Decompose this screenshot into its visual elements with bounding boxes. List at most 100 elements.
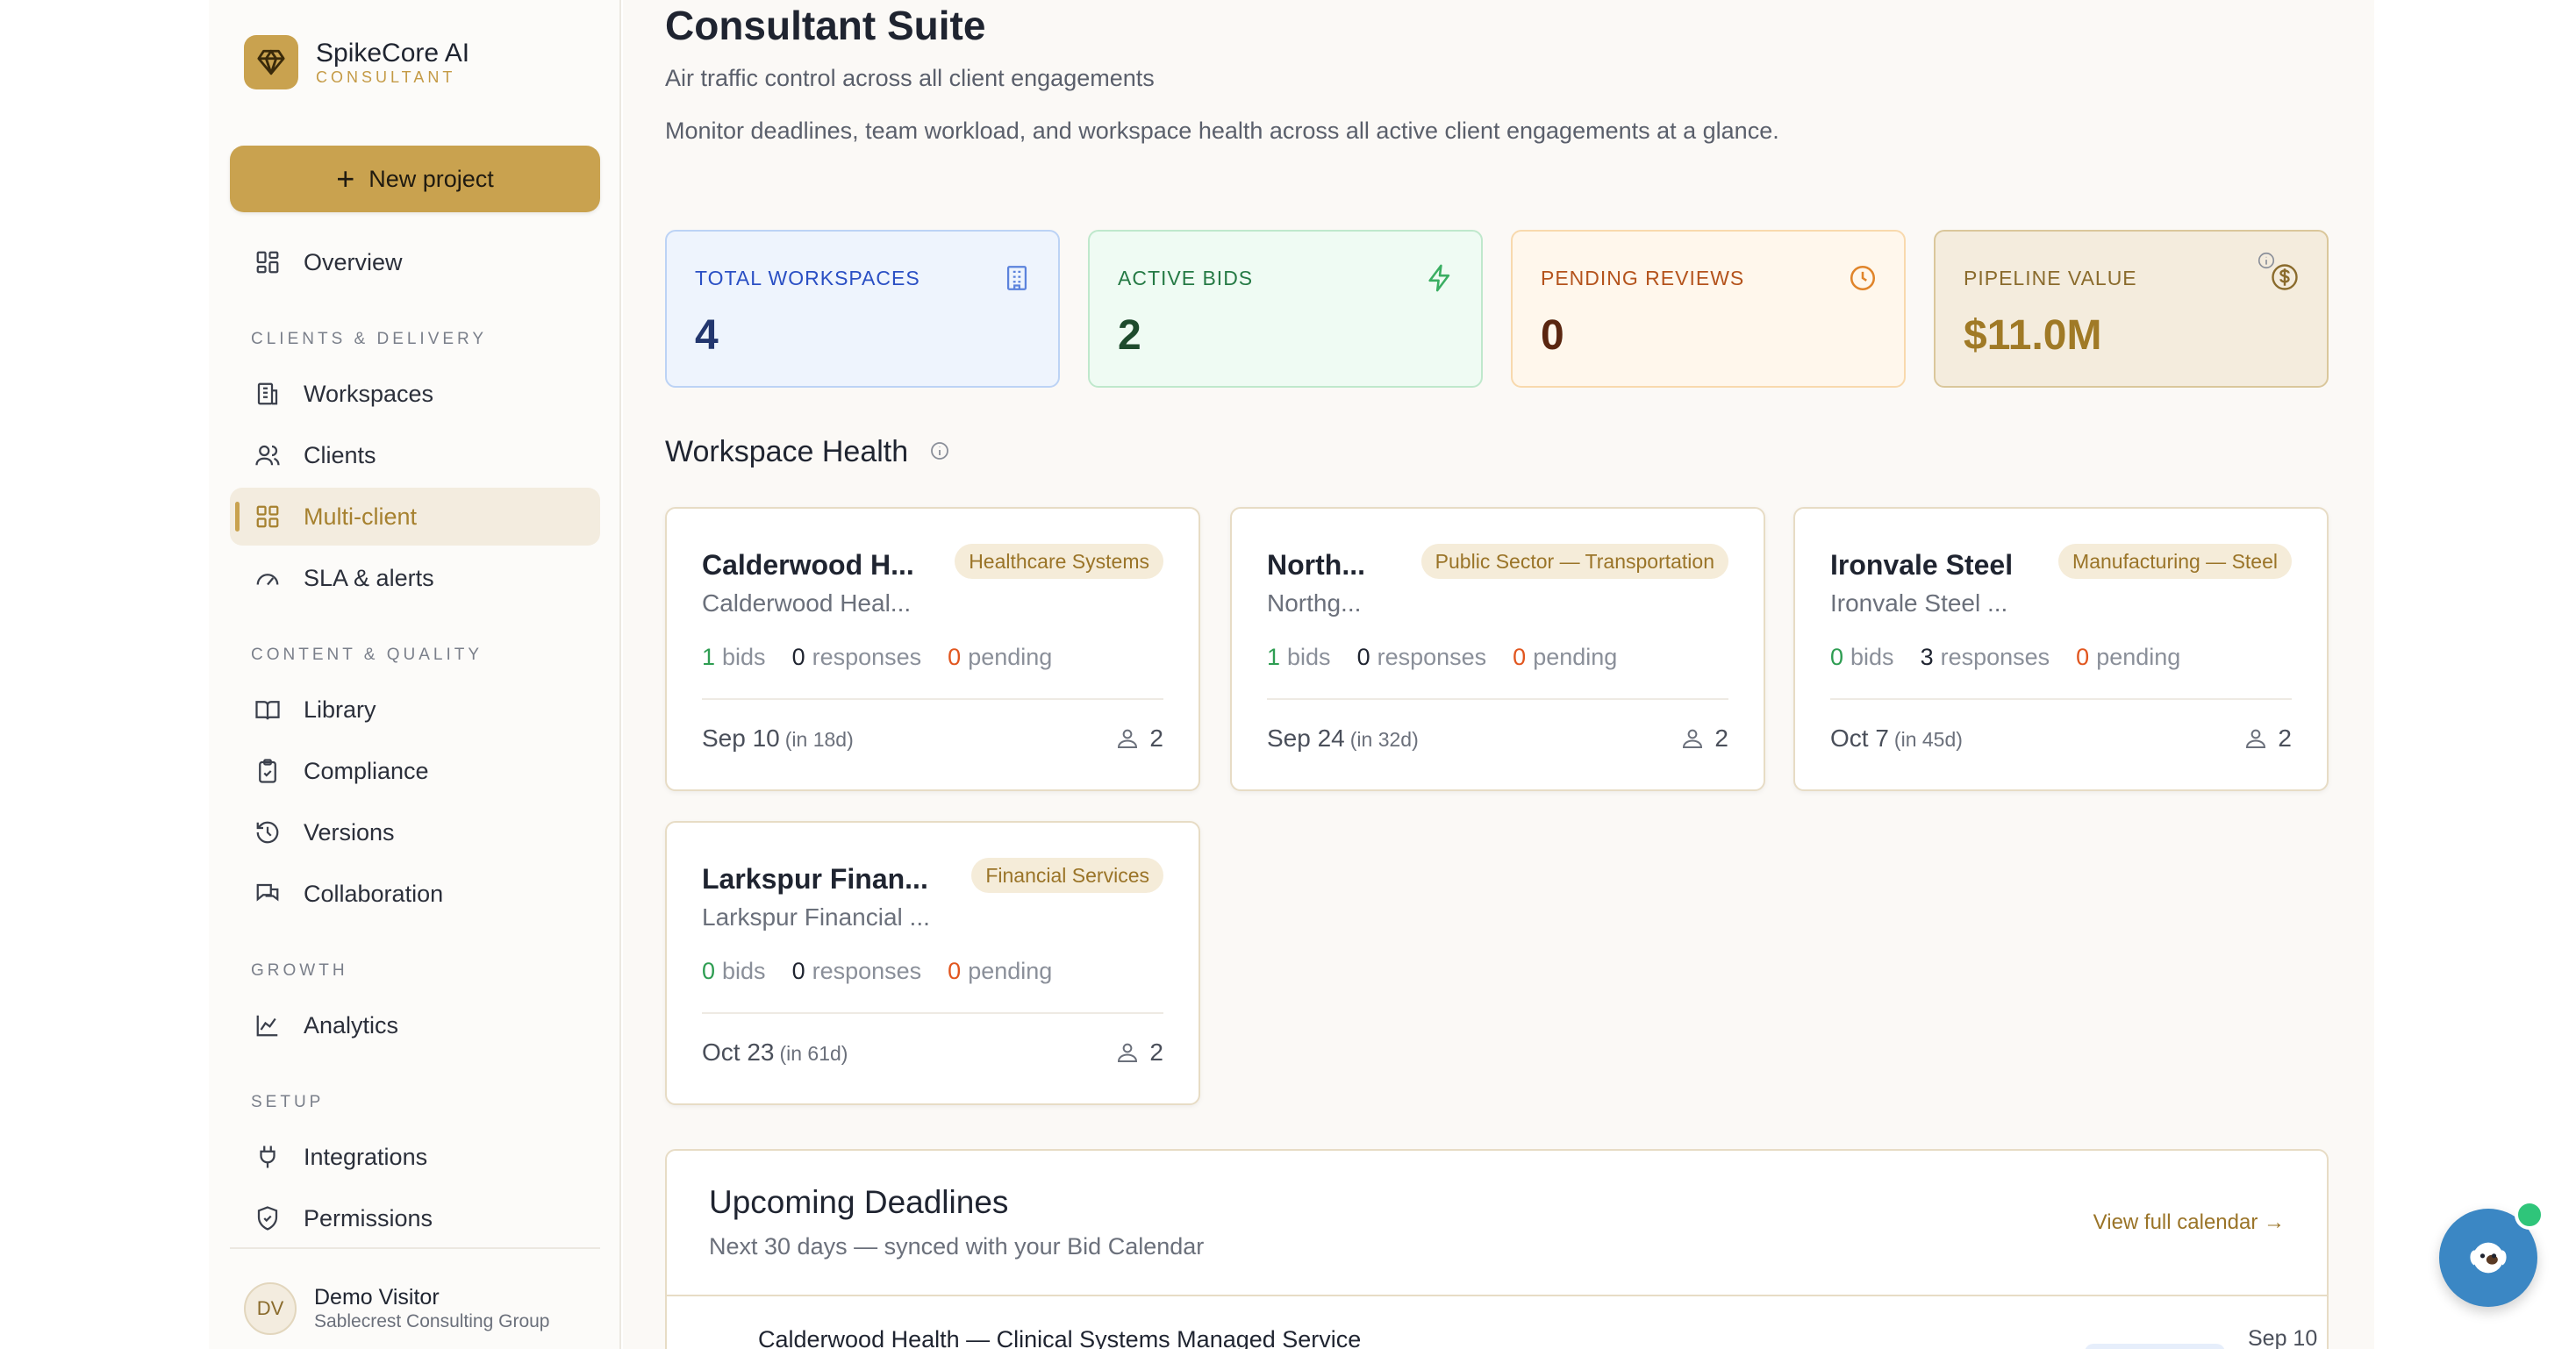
pending-count: 0 — [948, 644, 962, 670]
user-profile[interactable]: DV Demo Visitor Sablecrest Consulting Gr… — [244, 1282, 549, 1335]
mascot-icon — [2470, 1242, 2507, 1274]
workspace-card-ironvale[interactable]: Ironvale Steel Manufacturing — Steel Iro… — [1793, 507, 2329, 791]
workspace-name: Larkspur Finan... — [702, 863, 928, 895]
info-icon[interactable] — [929, 435, 950, 469]
pending-label: pending — [1533, 644, 1618, 670]
section-label-clients-delivery: CLIENTS & DELIVERY — [251, 330, 488, 348]
pending-label: pending — [2096, 644, 2181, 670]
view-full-calendar-link[interactable]: View full calendar → — [2093, 1210, 2285, 1235]
lightning-icon — [1425, 263, 1455, 297]
responses-count: 0 — [791, 644, 805, 670]
sidebar-item-permissions[interactable]: Permissions — [230, 1189, 600, 1247]
client-name: Northg... — [1267, 589, 1362, 617]
responses-count: 0 — [791, 958, 805, 984]
due-date-relative: (in 18d) — [784, 728, 854, 751]
team-icon — [1683, 729, 1703, 748]
responses-count: 0 — [1356, 644, 1370, 670]
stat-value: 4 — [695, 312, 719, 359]
sidebar-item-multi-client[interactable]: Multi-client — [230, 488, 600, 546]
workspace-stats: 0 bids 3 responses 0 pending — [1830, 644, 2207, 671]
brand[interactable]: SpikeCore AI CONSULTANT — [244, 35, 469, 89]
due-date: Oct 7 (in 45d) — [1830, 724, 1963, 753]
pending-label: pending — [968, 958, 1053, 984]
due-date-value: Oct 7 — [1830, 724, 1889, 752]
workspace-name: Ironvale Steel — [1830, 549, 2014, 581]
bids-count: 1 — [1267, 644, 1281, 670]
status-badge — [2085, 1344, 2225, 1349]
workspace-name: Calderwood H... — [702, 549, 914, 581]
bids-label: bids — [722, 958, 766, 984]
line-chart-icon — [253, 1010, 283, 1040]
sidebar: SpikeCore AI CONSULTANT + New project Ov… — [209, 0, 621, 1349]
panel-title: Upcoming Deadlines — [709, 1184, 1009, 1220]
stat-card-total-workspaces[interactable]: TOTAL WORKSPACES 4 — [665, 230, 1060, 388]
sidebar-item-label: Permissions — [304, 1204, 433, 1231]
sidebar-item-versions[interactable]: Versions — [230, 803, 600, 861]
bids-label: bids — [1850, 644, 1894, 670]
card-divider — [1830, 698, 2292, 700]
due-date: Sep 10 (in 18d) — [702, 724, 854, 753]
grid-icon — [253, 247, 283, 277]
dollar-icon — [2269, 261, 2301, 297]
card-divider — [702, 698, 1163, 700]
upcoming-deadlines-panel: Upcoming Deadlines Next 30 days — synced… — [665, 1149, 2329, 1349]
member-count-value: 2 — [1149, 1039, 1163, 1066]
stat-card-pipeline-value[interactable]: PIPELINE VALUE $11.0M — [1934, 230, 2329, 388]
industry-tag: Manufacturing — Steel — [2058, 544, 2292, 579]
workspace-card-larkspur[interactable]: Larkspur Finan... Financial Services Lar… — [665, 821, 1200, 1105]
due-date-value: Oct 23 — [702, 1039, 775, 1066]
sidebar-item-overview[interactable]: Overview — [230, 233, 600, 291]
client-name: Calderwood Heal... — [702, 589, 912, 617]
responses-label: responses — [812, 958, 922, 984]
online-status-dot — [2515, 1200, 2544, 1230]
section-label-content-quality: CONTENT & QUALITY — [251, 646, 483, 664]
building-icon — [1002, 263, 1032, 297]
workspace-card-calderwood[interactable]: Calderwood H... Healthcare Systems Calde… — [665, 507, 1200, 791]
deadline-row-date: Sep 10 — [2248, 1326, 2318, 1349]
clock-icon — [1848, 263, 1878, 297]
page-subtitle: Air traffic control across all client en… — [665, 65, 1155, 91]
sidebar-item-label: Multi-client — [304, 503, 418, 530]
sidebar-item-sla-alerts[interactable]: SLA & alerts — [230, 549, 600, 607]
page-title: Consultant Suite — [665, 3, 986, 48]
team-icon — [1118, 1043, 1138, 1062]
sidebar-item-workspaces[interactable]: Workspaces — [230, 365, 600, 423]
sidebar-item-library[interactable]: Library — [230, 681, 600, 739]
sidebar-item-compliance[interactable]: Compliance — [230, 742, 600, 800]
due-date-relative: (in 61d) — [779, 1042, 848, 1065]
card-divider — [702, 1012, 1163, 1014]
stat-card-pending-reviews[interactable]: PENDING REVIEWS 0 — [1511, 230, 1906, 388]
clipboard-check-icon — [253, 756, 283, 786]
user-org: Sablecrest Consulting Group — [314, 1311, 550, 1331]
due-date-value: Sep 24 — [1267, 724, 1345, 752]
member-count: 2 — [1679, 724, 1728, 753]
sidebar-item-collaboration[interactable]: Collaboration — [230, 865, 600, 923]
sidebar-item-label: Overview — [304, 248, 403, 275]
diamond-logo-icon — [244, 35, 298, 89]
page-description: Monitor deadlines, team workload, and wo… — [665, 118, 1779, 144]
sidebar-item-analytics[interactable]: Analytics — [230, 996, 600, 1054]
stat-label: ACTIVE BIDS — [1118, 267, 1254, 289]
deadline-row-title[interactable]: Calderwood Health — Clinical Systems Man… — [758, 1326, 1361, 1349]
new-project-button[interactable]: + New project — [230, 146, 600, 212]
responses-count: 3 — [1920, 644, 1934, 670]
sidebar-item-label: Analytics — [304, 1011, 399, 1039]
stat-card-active-bids[interactable]: ACTIVE BIDS 2 — [1088, 230, 1483, 388]
sidebar-divider — [230, 1247, 600, 1249]
users-icon — [253, 440, 283, 470]
sidebar-item-clients[interactable]: Clients — [230, 426, 600, 484]
main-content: Consultant Suite Air traffic control acr… — [623, 0, 2374, 1349]
sidebar-item-label: Versions — [304, 818, 395, 846]
team-icon — [2246, 729, 2266, 748]
workspace-card-northgate[interactable]: North... Public Sector — Transportation … — [1230, 507, 1765, 791]
member-count: 2 — [1114, 724, 1163, 753]
due-date: Oct 23 (in 61d) — [702, 1039, 848, 1067]
book-icon — [253, 695, 283, 724]
sidebar-item-label: Library — [304, 696, 376, 723]
sidebar-item-integrations[interactable]: Integrations — [230, 1128, 600, 1186]
plus-icon: + — [336, 161, 355, 196]
member-count: 2 — [1114, 1039, 1163, 1067]
sidebar-item-label: SLA & alerts — [304, 564, 434, 591]
section-label-growth: GROWTH — [251, 961, 348, 980]
member-count: 2 — [2243, 724, 2292, 753]
